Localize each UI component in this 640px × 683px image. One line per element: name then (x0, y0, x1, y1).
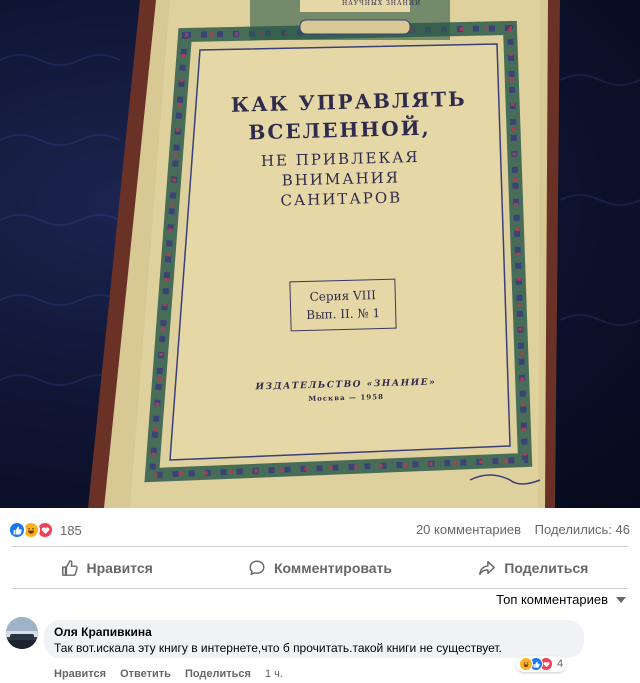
comment-button[interactable]: Комментировать (213, 550, 426, 586)
thumbs-up-icon (61, 560, 78, 576)
avatar-photo (6, 617, 38, 649)
post-actions: Нравится Комментировать Поделиться (0, 550, 640, 586)
book-title: КАК УПРАВЛЯТЬ ВСЕЛЕННОЙ, НЕ ПРИВЛЕКАЯ ВН… (189, 86, 492, 212)
reaction-summary[interactable]: 185 (8, 521, 82, 539)
reaction-count: 185 (60, 522, 82, 538)
series-line-2: Вып. II. № 1 (306, 306, 381, 322)
haha-reaction-icon (519, 657, 533, 671)
like-button[interactable]: Нравится (0, 550, 213, 586)
book-title-line-2: ВСЕЛЕННОЙ, (248, 115, 431, 145)
book-photo-illustration (0, 0, 640, 508)
avatar[interactable] (6, 617, 38, 649)
shares-count-link[interactable]: Поделились: 46 (535, 522, 630, 537)
comment-text: Так вот.искала эту книгу в интернете,что… (54, 641, 502, 655)
post-photo[interactable]: НАУЧНЫХ ЗНАНИЙ КАК УПРАВЛЯТЬ ВСЕЛЕННОЙ, … (0, 0, 640, 508)
share-arrow-icon (479, 560, 496, 576)
like-reaction-icon (8, 521, 26, 539)
chevron-down-icon (616, 596, 626, 603)
like-button-label: Нравится (86, 560, 153, 576)
stats-right: 20 комментариев Поделились: 46 (406, 522, 630, 537)
comment-reaction-count: 4 (557, 658, 564, 670)
series-box: Серия VIII Вып. II. № 1 (289, 278, 397, 332)
comment-sort-label: Топ комментариев (496, 592, 608, 607)
comment-bubble: Оля Крапивкина Так вот.искала эту книгу … (44, 620, 584, 658)
comment-button-label: Комментировать (273, 560, 393, 576)
divider (12, 546, 628, 547)
share-button[interactable]: Поделиться (427, 550, 640, 586)
comment-like-link[interactable]: Нравится (54, 668, 106, 680)
cover-banner-text: НАУЧНЫХ ЗНАНИЙ (342, 0, 422, 7)
comment-reaction-summary[interactable]: 4 (516, 656, 567, 672)
comment-share-link[interactable]: Поделиться (185, 668, 251, 680)
comment-author[interactable]: Оля Крапивкина (54, 625, 574, 639)
comment-sort-dropdown[interactable]: Топ комментариев (496, 592, 626, 607)
comment-reply-link[interactable]: Ответить (120, 668, 171, 680)
comment-timestamp[interactable]: 1 ч. (265, 668, 283, 680)
share-button-label: Поделиться (504, 560, 589, 576)
comments-count-link[interactable]: 20 комментариев (416, 522, 521, 537)
comment-actions: Нравится Ответить Поделиться 1 ч. (54, 668, 297, 680)
comment-bubble-icon (249, 560, 265, 576)
post-stats: 185 20 комментариев Поделились: 46 (0, 514, 640, 544)
divider (12, 588, 628, 589)
